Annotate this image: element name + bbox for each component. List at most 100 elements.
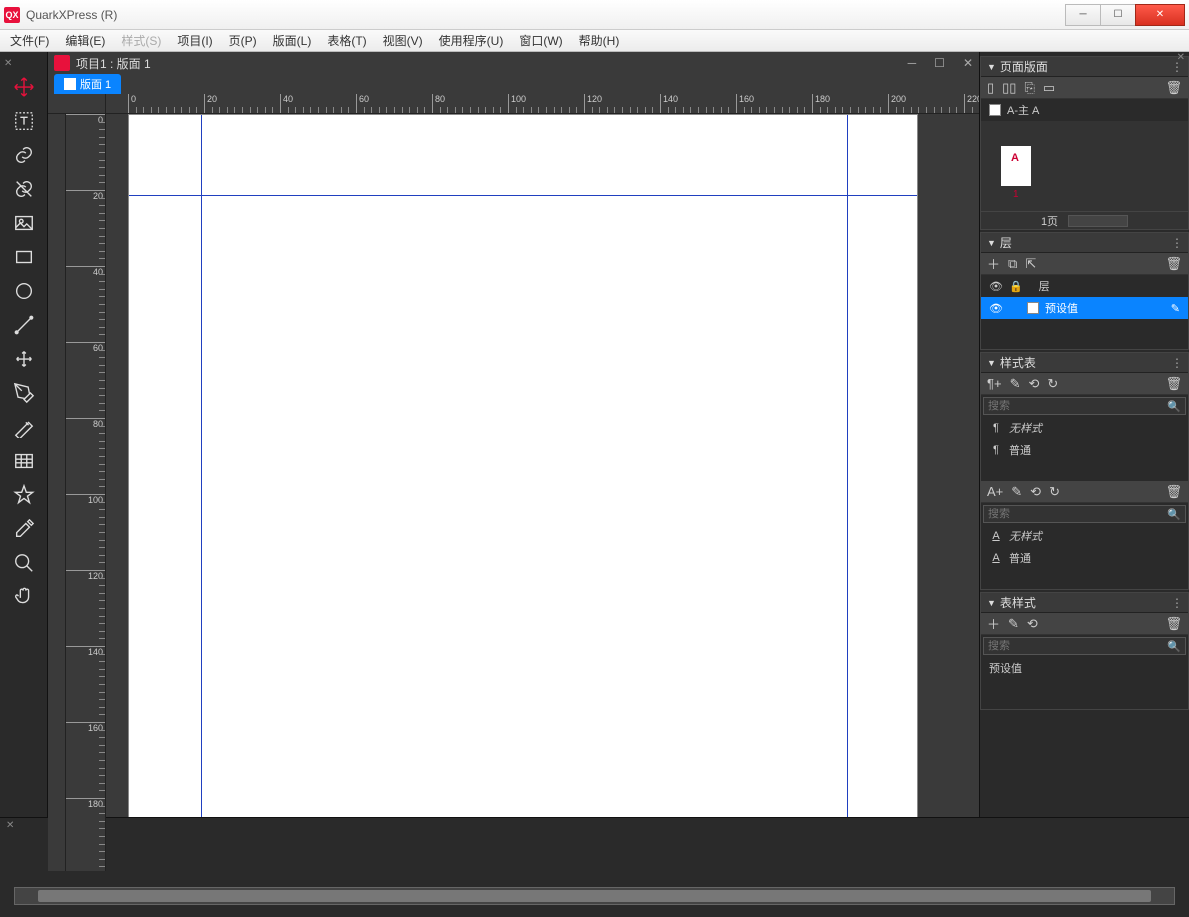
new-charstyle-icon[interactable]: A+	[987, 484, 1003, 499]
edit-style-icon[interactable]: ✎	[1010, 376, 1021, 392]
horizontal-ruler[interactable]: 020406080100120140160180200220	[106, 94, 979, 114]
refresh-style-icon[interactable]: ↻	[1047, 376, 1058, 392]
panel-menu-icon[interactable]: ⋮	[1171, 236, 1182, 250]
layer-default[interactable]: 👁预设值✎	[981, 297, 1188, 319]
trash-icon[interactable]: 🗑	[1165, 484, 1182, 500]
pan-tool[interactable]	[6, 580, 42, 614]
vertical-ruler-strip[interactable]	[48, 114, 66, 871]
merge-layer-icon[interactable]: ⧉	[1008, 256, 1017, 272]
layout-tab-icon	[64, 78, 76, 90]
layers-header[interactable]: ▼层⋮	[981, 233, 1188, 253]
menu-帮助(H)[interactable]: 帮助(H)	[573, 30, 626, 51]
layout-tab[interactable]: 版面 1	[54, 74, 121, 94]
para-search-input[interactable]	[988, 400, 1167, 412]
page[interactable]	[128, 114, 918, 871]
panel-menu-icon[interactable]: ⋮	[1171, 356, 1182, 370]
style-item[interactable]: ¶无样式	[981, 417, 1188, 439]
toolbox-close-icon[interactable]: ✕	[4, 58, 12, 69]
doc-minimize-button[interactable]: ─	[908, 56, 917, 70]
text-tool[interactable]	[6, 104, 42, 138]
edit-icon[interactable]: ✎	[1171, 302, 1180, 315]
menu-使用程序(U)[interactable]: 使用程序(U)	[433, 30, 510, 51]
style-item[interactable]: A普通	[981, 547, 1188, 569]
facing-master-icon[interactable]: ▯▯	[1002, 80, 1016, 96]
table-styles-panel: ▼表样式⋮ ＋ ✎ ⟲ 🗑 🔍 预设值	[980, 592, 1189, 710]
update-charstyle-icon[interactable]: ⟲	[1030, 484, 1041, 500]
new-style-icon[interactable]: ¶+	[987, 376, 1002, 391]
table-style-item[interactable]: 预设值	[981, 657, 1188, 679]
eye-icon[interactable]: 👁	[989, 302, 1003, 315]
page-thumb-1[interactable]: A 1	[1001, 146, 1031, 186]
margin-guide-right	[847, 115, 848, 870]
new-layer-icon[interactable]: ＋	[987, 254, 1000, 273]
char-search-input[interactable]	[988, 508, 1167, 520]
star-tool[interactable]	[6, 478, 42, 512]
canvas-viewport[interactable]	[106, 114, 979, 871]
edit-charstyle-icon[interactable]: ✎	[1011, 484, 1022, 500]
style-item[interactable]: ¶普通	[981, 439, 1188, 461]
page-layout-header[interactable]: ▼页面版面⋮	[981, 57, 1188, 77]
move-layer-icon[interactable]: ⇱	[1025, 256, 1036, 272]
table-styles-header[interactable]: ▼表样式⋮	[981, 593, 1188, 613]
rectangle-tool[interactable]	[6, 240, 42, 274]
maximize-button[interactable]: ☐	[1100, 4, 1136, 26]
line-tool[interactable]	[6, 308, 42, 342]
vertical-ruler[interactable]: 020406080100120140160180	[66, 114, 106, 871]
link-tool[interactable]	[6, 138, 42, 172]
trash-icon[interactable]: 🗑	[1165, 80, 1182, 96]
master-page-row[interactable]: A-主 A	[981, 99, 1188, 121]
update-tablestyle-icon[interactable]: ⟲	[1027, 616, 1038, 632]
trash-icon[interactable]: 🗑	[1165, 256, 1182, 272]
document-title: 项目1 : 版面 1	[76, 55, 151, 72]
document-area: 项目1 : 版面 1 ─ ☐ ✕ 版面 1 020406080100120140…	[48, 52, 979, 889]
margin-guide-left	[201, 115, 202, 870]
menu-版面(L)[interactable]: 版面(L)	[267, 30, 318, 51]
app-horizontal-scrollbar[interactable]	[14, 887, 1175, 905]
zoom-tool[interactable]	[6, 546, 42, 580]
thumb-scrollbar[interactable]	[1068, 215, 1128, 227]
trash-icon[interactable]: 🗑	[1165, 616, 1182, 632]
move-tool[interactable]	[6, 70, 42, 104]
bezier-tool[interactable]	[6, 410, 42, 444]
table-tool[interactable]	[6, 444, 42, 478]
bottom-dock-area: ✕	[0, 817, 1189, 887]
search-icon[interactable]: 🔍	[1167, 640, 1181, 653]
update-style-icon[interactable]: ⟲	[1028, 376, 1039, 392]
duplicate-icon[interactable]: ⎘	[1024, 80, 1034, 96]
table-search-input[interactable]	[988, 640, 1167, 652]
bottom-close-icon[interactable]: ✕	[6, 820, 14, 831]
unlink-tool[interactable]	[6, 172, 42, 206]
style-item[interactable]: A无样式	[981, 525, 1188, 547]
item-move-tool[interactable]	[6, 342, 42, 376]
menu-页(P)[interactable]: 页(P)	[223, 30, 263, 51]
menu-窗口(W)[interactable]: 窗口(W)	[513, 30, 568, 51]
menu-表格(T)[interactable]: 表格(T)	[321, 30, 372, 51]
eyedropper-tool[interactable]	[6, 512, 42, 546]
pen-tool[interactable]	[6, 376, 42, 410]
styles-header[interactable]: ▼样式表⋮	[981, 353, 1188, 373]
edit-tablestyle-icon[interactable]: ✎	[1008, 616, 1019, 632]
menu-文件(F)[interactable]: 文件(F)	[4, 30, 55, 51]
new-tablestyle-icon[interactable]: ＋	[987, 614, 1000, 633]
refresh-charstyle-icon[interactable]: ↻	[1049, 484, 1060, 500]
trash-icon[interactable]: 🗑	[1165, 376, 1182, 392]
panel-close-icon[interactable]: ✕	[1177, 52, 1185, 63]
page-thumbnails[interactable]: A 1	[981, 121, 1188, 211]
margin-guide-top	[129, 195, 917, 196]
blank-master-icon[interactable]: ▯	[987, 80, 994, 96]
image-tool[interactable]	[6, 206, 42, 240]
search-icon[interactable]: 🔍	[1167, 400, 1181, 413]
minimize-button[interactable]: ─	[1065, 4, 1101, 26]
section-icon[interactable]: ▭	[1043, 80, 1055, 96]
document-icon	[54, 55, 70, 71]
panel-menu-icon[interactable]: ⋮	[1171, 596, 1182, 610]
menu-编辑(E)[interactable]: 编辑(E)	[59, 30, 111, 51]
close-button[interactable]: ✕	[1135, 4, 1185, 26]
search-icon[interactable]: 🔍	[1167, 508, 1181, 521]
oval-tool[interactable]	[6, 274, 42, 308]
app-title: QuarkXPress (R)	[26, 8, 117, 22]
doc-maximize-button[interactable]: ☐	[934, 56, 945, 70]
menu-视图(V)[interactable]: 视图(V)	[377, 30, 429, 51]
menu-项目(I)[interactable]: 项目(I)	[171, 30, 218, 51]
doc-close-button[interactable]: ✕	[963, 56, 973, 70]
